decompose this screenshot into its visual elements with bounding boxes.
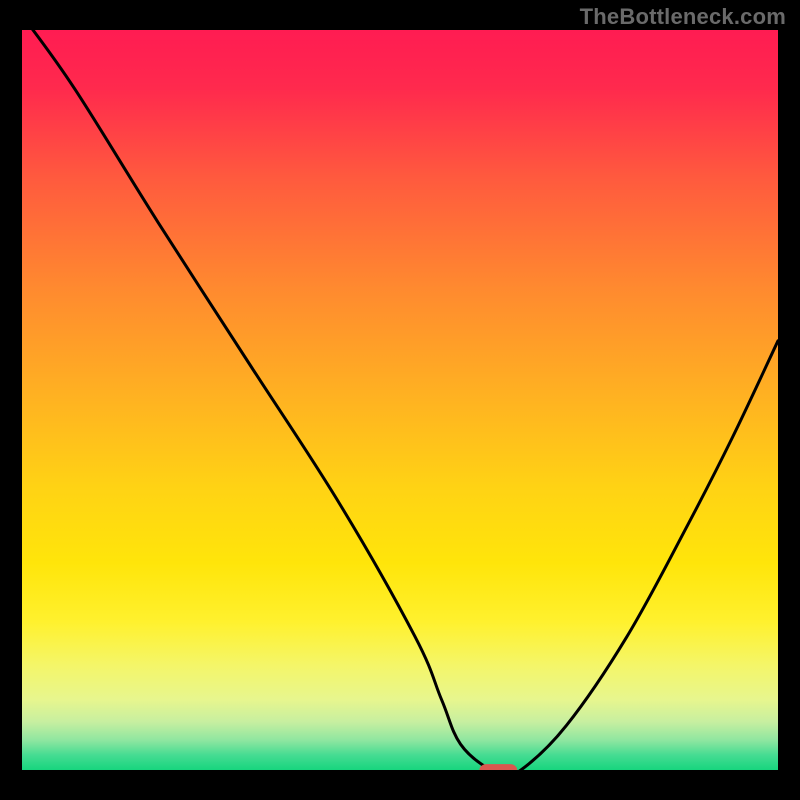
- frame-left: [0, 0, 22, 800]
- watermark-text: TheBottleneck.com: [580, 4, 786, 30]
- bottleneck-chart: [0, 0, 800, 800]
- gradient-background: [22, 30, 778, 770]
- chart-container: TheBottleneck.com: [0, 0, 800, 800]
- frame-right: [778, 0, 800, 800]
- frame-bottom: [0, 770, 800, 800]
